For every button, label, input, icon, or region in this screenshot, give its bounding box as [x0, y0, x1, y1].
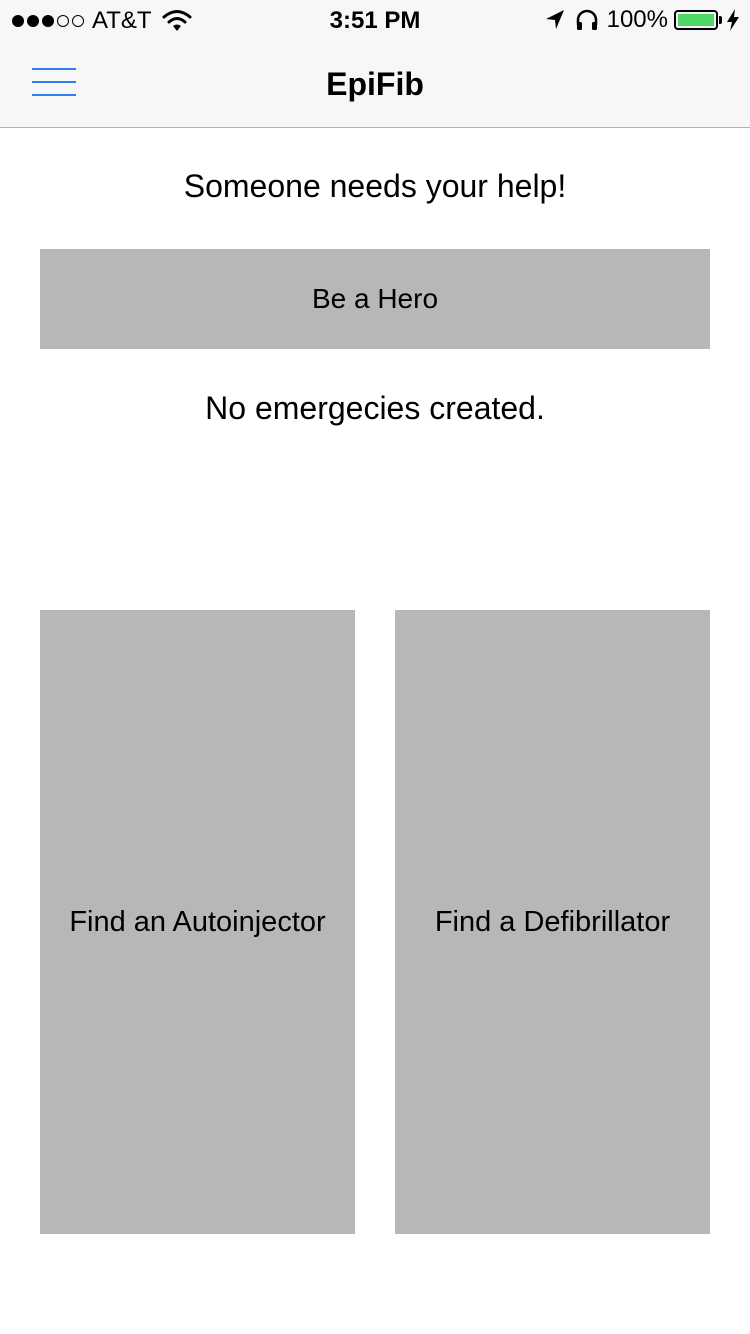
- page-title: EpiFib: [326, 66, 424, 102]
- battery-icon: [674, 10, 722, 30]
- navigation-bar: EpiFib: [0, 40, 750, 128]
- status-bar: AT&T 3:51 PM 100%: [0, 0, 750, 40]
- emergency-status-text: No emergecies created.: [205, 390, 545, 426]
- battery-fill: [678, 14, 714, 26]
- be-a-hero-button[interactable]: Be a Hero: [40, 249, 710, 349]
- location-arrow-icon: [545, 10, 564, 29]
- battery-body: [674, 10, 718, 30]
- battery-cap: [719, 16, 722, 24]
- charging-bolt-icon: [727, 9, 739, 31]
- battery-percent: 100%: [606, 6, 668, 33]
- headphones-icon: [576, 9, 597, 30]
- find-defibrillator-button[interactable]: Find a Defibrillator: [395, 610, 710, 1234]
- status-right: 100%: [543, 6, 740, 33]
- help-heading: Someone needs your help!: [183, 168, 567, 204]
- find-autoinjector-button[interactable]: Find an Autoinjector: [40, 610, 355, 1234]
